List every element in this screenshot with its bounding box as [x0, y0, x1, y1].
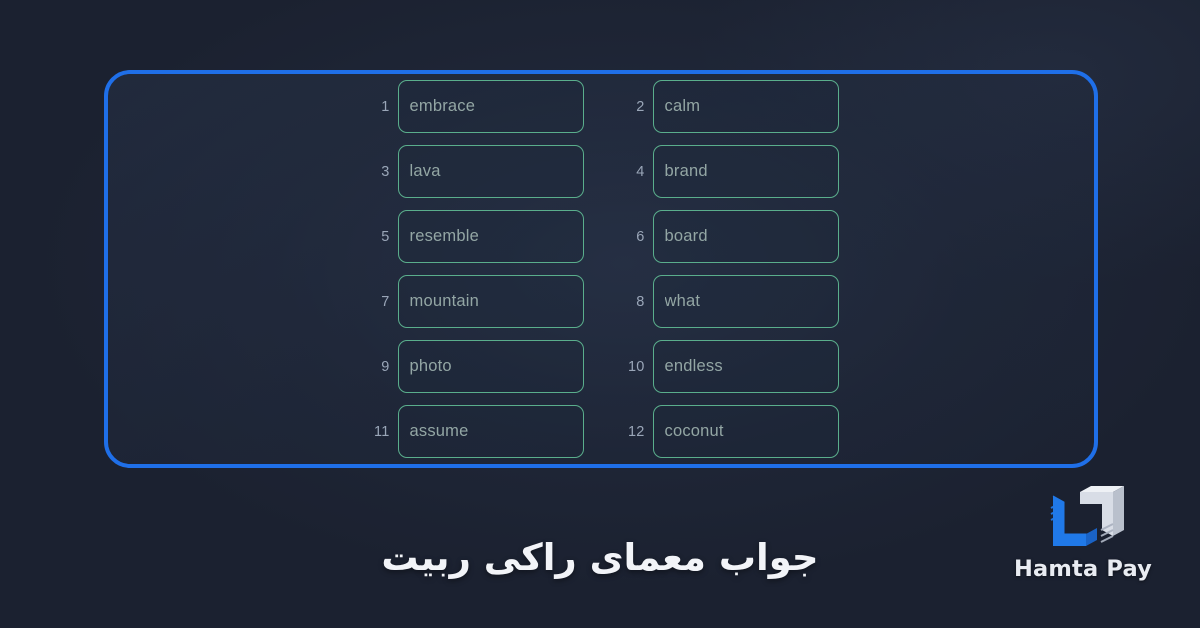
word-text-3: lava [409, 162, 441, 180]
word-index-6: 6 [636, 228, 645, 245]
word-index-5: 5 [381, 228, 390, 245]
word-cell-7: 7 mountain [364, 275, 584, 328]
word-cell-8: 8 what [619, 275, 839, 328]
word-index-10: 10 [627, 358, 645, 375]
word-cell-12: 12 coconut [619, 405, 839, 458]
brand-name: Hamta Pay [1013, 556, 1153, 582]
word-text-4: brand [664, 162, 708, 180]
word-row: 7 mountain 8 what [364, 275, 839, 328]
word-index-8: 8 [636, 293, 645, 310]
word-row: 5 resemble 6 board [364, 210, 839, 263]
word-index-3: 3 [381, 163, 390, 180]
word-box-9[interactable]: photo [397, 340, 584, 393]
word-index-11: 11 [374, 423, 390, 440]
word-box-10[interactable]: endless [652, 340, 839, 393]
word-cell-11: 11 assume [364, 405, 584, 458]
word-box-3[interactable]: lava [397, 145, 584, 198]
word-text-10: endless [664, 357, 723, 375]
word-box-8[interactable]: what [652, 275, 839, 328]
word-text-7: mountain [409, 292, 479, 310]
word-index-1: 1 [381, 98, 390, 115]
word-cell-10: 10 endless [619, 340, 839, 393]
word-text-12: coconut [664, 422, 724, 440]
word-box-12[interactable]: coconut [652, 405, 839, 458]
word-box-5[interactable]: resemble [397, 210, 584, 263]
hamta-pay-logo-mark-icon [1050, 486, 1124, 546]
word-text-8: what [664, 292, 701, 310]
word-box-11[interactable]: assume [397, 405, 584, 458]
word-text-5: resemble [409, 227, 479, 245]
word-index-2: 2 [636, 98, 645, 115]
word-grid: 1 embrace 2 calm 3 lava 4 brand 5 resemb… [108, 74, 1094, 464]
word-cell-3: 3 lava [364, 145, 584, 198]
word-cell-4: 4 brand [619, 145, 839, 198]
word-cell-2: 2 calm [619, 80, 839, 133]
word-index-4: 4 [636, 163, 645, 180]
word-row: 9 photo 10 endless [364, 340, 839, 393]
word-box-2[interactable]: calm [652, 80, 839, 133]
word-box-4[interactable]: brand [652, 145, 839, 198]
word-index-9: 9 [381, 358, 390, 375]
word-cell-1: 1 embrace [364, 80, 584, 133]
word-box-7[interactable]: mountain [397, 275, 584, 328]
word-text-9: photo [409, 357, 452, 375]
word-text-1: embrace [409, 97, 476, 115]
word-row: 11 assume 12 coconut [364, 405, 839, 458]
brand-logo: Hamta Pay [988, 486, 1178, 582]
word-row: 3 lava 4 brand [364, 145, 839, 198]
word-box-1[interactable]: embrace [397, 80, 584, 133]
seed-phrase-panel: 1 embrace 2 calm 3 lava 4 brand 5 resemb… [104, 70, 1098, 468]
word-text-11: assume [409, 422, 469, 440]
word-text-6: board [664, 227, 708, 245]
word-box-6[interactable]: board [652, 210, 839, 263]
word-text-2: calm [664, 97, 701, 115]
word-cell-5: 5 resemble [364, 210, 584, 263]
word-cell-6: 6 board [619, 210, 839, 263]
word-index-12: 12 [627, 423, 645, 440]
word-index-7: 7 [381, 293, 390, 310]
word-cell-9: 9 photo [364, 340, 584, 393]
word-row: 1 embrace 2 calm [364, 80, 839, 133]
